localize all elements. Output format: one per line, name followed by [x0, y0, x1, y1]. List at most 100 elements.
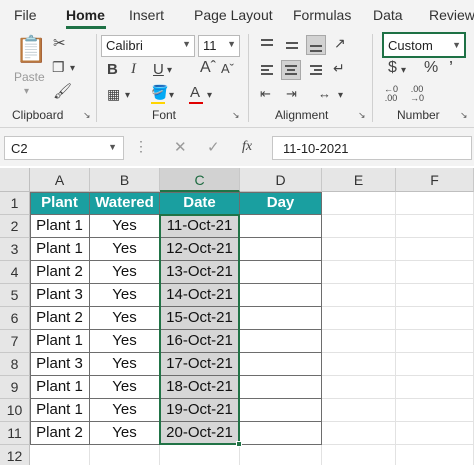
- cell-d9[interactable]: [240, 376, 322, 399]
- cell-d6[interactable]: [240, 307, 322, 330]
- cell-f11[interactable]: [396, 422, 474, 445]
- cell-d8[interactable]: [240, 353, 322, 376]
- cell-e11[interactable]: [322, 422, 396, 445]
- tab-page-layout[interactable]: Page Layout: [194, 7, 273, 23]
- row-header-12[interactable]: 12: [0, 445, 30, 465]
- cell-f1[interactable]: [396, 192, 474, 215]
- cell-e8[interactable]: [322, 353, 396, 376]
- number-format-combobox[interactable]: Custom ▼: [382, 32, 466, 58]
- cell-d3[interactable]: [240, 238, 322, 261]
- tab-formulas[interactable]: Formulas: [293, 7, 351, 23]
- cell-e10[interactable]: [322, 399, 396, 422]
- cell-f10[interactable]: [396, 399, 474, 422]
- cell-a2[interactable]: Plant 1: [30, 215, 90, 238]
- cell-a10[interactable]: Plant 1: [30, 399, 90, 422]
- align-right-button[interactable]: [306, 60, 326, 80]
- column-header-b[interactable]: B: [90, 168, 160, 192]
- chevron-down-icon[interactable]: ▼: [227, 39, 236, 49]
- cell-f9[interactable]: [396, 376, 474, 399]
- orientation-icon[interactable]: ↗: [334, 36, 346, 50]
- cell-d11[interactable]: [240, 422, 322, 445]
- cell-c5[interactable]: 14-Oct-21: [160, 284, 240, 307]
- top-align-button[interactable]: [257, 35, 277, 55]
- row-header-11[interactable]: 11: [0, 422, 30, 445]
- underline-dropdown-icon[interactable]: ▾: [167, 66, 172, 76]
- cell-b8[interactable]: Yes: [90, 353, 160, 376]
- cell-b11[interactable]: Yes: [90, 422, 160, 445]
- cell-f5[interactable]: [396, 284, 474, 307]
- copy-icon[interactable]: ❐: [52, 60, 65, 74]
- paste-icon[interactable]: 📋: [15, 36, 47, 62]
- align-center-button[interactable]: [281, 60, 301, 80]
- tab-data[interactable]: Data: [373, 7, 403, 23]
- column-header-f[interactable]: F: [396, 168, 474, 192]
- font-launcher-icon[interactable]: ↘: [232, 110, 240, 121]
- cancel-icon[interactable]: ✕: [174, 140, 187, 155]
- chevron-down-icon[interactable]: ▼: [452, 40, 461, 50]
- font-color-icon[interactable]: A: [190, 85, 200, 100]
- select-all-corner[interactable]: [0, 168, 30, 192]
- cell-f8[interactable]: [396, 353, 474, 376]
- increase-font-size-icon[interactable]: Aˆ: [200, 60, 216, 76]
- cell-a4[interactable]: Plant 2: [30, 261, 90, 284]
- font-name-combobox[interactable]: Calibri ▼: [101, 35, 195, 57]
- borders-icon[interactable]: ▦: [107, 87, 120, 101]
- cell-f7[interactable]: [396, 330, 474, 353]
- cell-a12[interactable]: [30, 445, 90, 465]
- format-painter-icon[interactable]: 🖌: [53, 84, 72, 99]
- fill-color-dropdown-icon[interactable]: ▾: [169, 91, 174, 101]
- cell-b6[interactable]: Yes: [90, 307, 160, 330]
- cell-e6[interactable]: [322, 307, 396, 330]
- name-box[interactable]: C2 ▼: [4, 136, 124, 160]
- row-header-10[interactable]: 10: [0, 399, 30, 422]
- table-header-cell[interactable]: Date: [160, 192, 240, 215]
- cell-f2[interactable]: [396, 215, 474, 238]
- fill-color-icon[interactable]: 🪣: [151, 85, 168, 99]
- bottom-align-button[interactable]: [306, 35, 326, 55]
- cell-a9[interactable]: Plant 1: [30, 376, 90, 399]
- cell-e9[interactable]: [322, 376, 396, 399]
- clipboard-launcher-icon[interactable]: ↘: [83, 110, 91, 121]
- row-header-4[interactable]: 4: [0, 261, 30, 284]
- table-header-cell[interactable]: Day: [240, 192, 322, 215]
- cell-e12[interactable]: [322, 445, 396, 465]
- middle-align-button[interactable]: [282, 35, 302, 55]
- underline-icon[interactable]: U: [153, 62, 164, 77]
- cell-b10[interactable]: Yes: [90, 399, 160, 422]
- cell-d10[interactable]: [240, 399, 322, 422]
- font-color-dropdown-icon[interactable]: ▾: [207, 91, 212, 101]
- formula-input[interactable]: 11-10-2021: [272, 136, 472, 160]
- italic-icon[interactable]: I: [131, 62, 136, 77]
- cell-c2[interactable]: 11-Oct-21: [160, 215, 240, 238]
- cell-c10[interactable]: 19-Oct-21: [160, 399, 240, 422]
- merge-dropdown-icon[interactable]: ▾: [338, 91, 343, 101]
- cell-f6[interactable]: [396, 307, 474, 330]
- fill-handle[interactable]: [236, 441, 242, 447]
- insert-function-icon[interactable]: fx: [242, 140, 252, 154]
- tab-insert[interactable]: Insert: [129, 7, 164, 23]
- more-options-icon[interactable]: ⋮: [134, 138, 149, 155]
- cell-c12[interactable]: [160, 445, 240, 465]
- row-header-2[interactable]: 2: [0, 215, 30, 238]
- cell-f3[interactable]: [396, 238, 474, 261]
- merge-center-icon[interactable]: ↔: [318, 87, 331, 100]
- cell-e7[interactable]: [322, 330, 396, 353]
- cell-c3[interactable]: 12-Oct-21: [160, 238, 240, 261]
- currency-dropdown-icon[interactable]: ▾: [401, 66, 406, 76]
- row-header-5[interactable]: 5: [0, 284, 30, 307]
- cell-a8[interactable]: Plant 3: [30, 353, 90, 376]
- cell-a3[interactable]: Plant 1: [30, 238, 90, 261]
- cell-c9[interactable]: 18-Oct-21: [160, 376, 240, 399]
- cell-d5[interactable]: [240, 284, 322, 307]
- bold-icon[interactable]: B: [107, 62, 118, 77]
- cell-b9[interactable]: Yes: [90, 376, 160, 399]
- cell-c8[interactable]: 17-Oct-21: [160, 353, 240, 376]
- cell-d7[interactable]: [240, 330, 322, 353]
- row-header-7[interactable]: 7: [0, 330, 30, 353]
- alignment-launcher-icon[interactable]: ↘: [358, 110, 366, 121]
- cell-d2[interactable]: [240, 215, 322, 238]
- decrease-decimal-icon[interactable]: .00 →0: [410, 85, 424, 103]
- row-header-1[interactable]: 1: [0, 192, 30, 215]
- column-header-e[interactable]: E: [322, 168, 396, 192]
- cell-c11[interactable]: 20-Oct-21: [160, 422, 240, 445]
